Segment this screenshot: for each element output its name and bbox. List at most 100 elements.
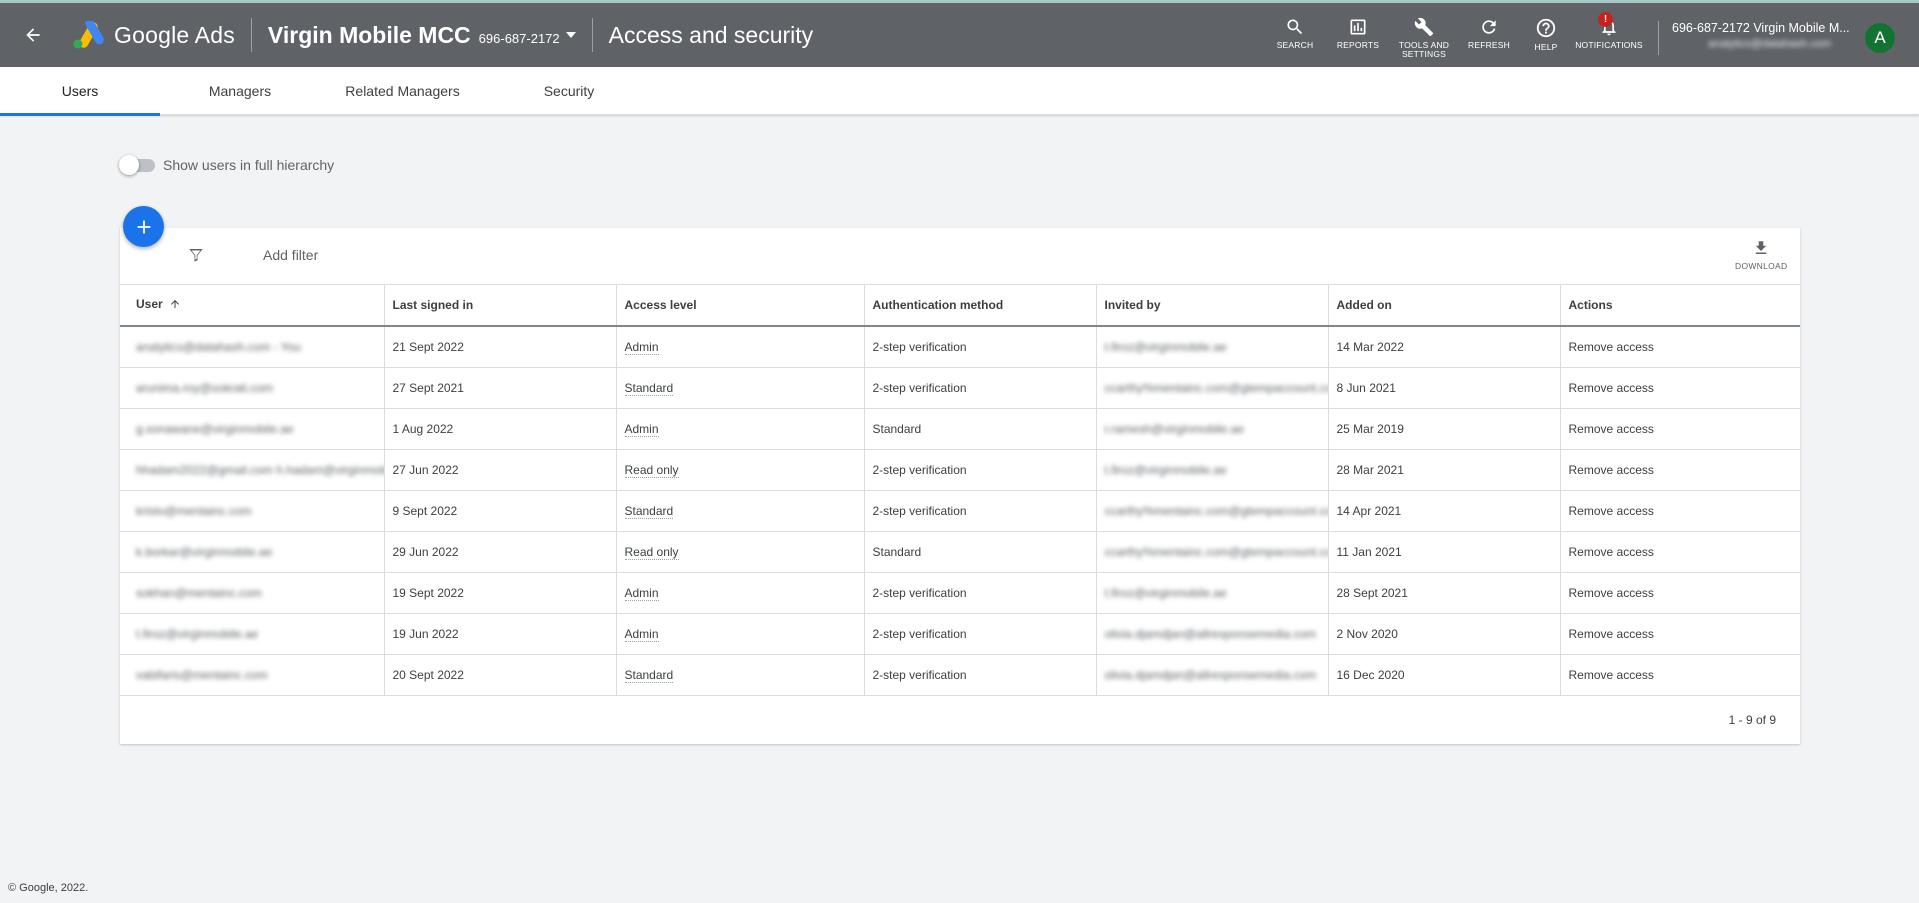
last-signed-in-cell: 1 Aug 2022 xyxy=(392,421,454,436)
header-tools: Search Reports Tools and settings Refres… xyxy=(1270,3,1644,67)
hierarchy-toggle-row: Show users in full hierarchy xyxy=(119,155,334,175)
table-cell: 2 Nov 2020 xyxy=(1328,613,1561,655)
table-cell: 1 Aug 2022 xyxy=(384,408,617,450)
table-body: analytics@datahash.com - You 21 Sept 2022… xyxy=(120,326,1800,696)
authentication-method-cell: 2-step verification xyxy=(872,667,967,682)
footer-copyright: © Google, 2022. xyxy=(8,882,89,894)
add-filter-button[interactable]: Add filter xyxy=(263,247,318,263)
add-user-button[interactable] xyxy=(123,206,164,247)
table-cell: ccarthy%mentainc.com@gtempaccount.com xyxy=(1096,531,1329,573)
table-cell: 27 Sept 2021 xyxy=(384,367,617,409)
invited-by-cell: olivia.djamdjan@allresponsemedia.com xyxy=(1104,626,1317,641)
table-cell: sokhan@mentainc.com xyxy=(120,572,385,614)
table-cell: Remove access xyxy=(1560,490,1800,532)
remove-access-link[interactable]: Remove access xyxy=(1569,627,1654,641)
table-cell: Remove access xyxy=(1560,449,1800,491)
notifications-button[interactable]: ! Notifications xyxy=(1574,12,1644,50)
refresh-button[interactable]: Refresh xyxy=(1464,17,1514,50)
tab-managers[interactable]: Managers xyxy=(160,67,320,115)
remove-access-link[interactable]: Remove access xyxy=(1569,381,1654,395)
table-cell: 2-step verification xyxy=(864,572,1097,614)
last-signed-in-cell: 27 Sept 2021 xyxy=(392,380,464,395)
table-cell: 2-step verification xyxy=(864,449,1097,491)
remove-access-link[interactable]: Remove access xyxy=(1569,668,1654,682)
account-switcher[interactable]: Virgin Mobile MCC 696-687-2172 xyxy=(268,22,576,49)
table-row: hhadam2022@gmail.com h.hadam@virginmobil… xyxy=(120,449,1800,491)
back-arrow-icon xyxy=(26,28,40,42)
remove-access-link[interactable]: Remove access xyxy=(1569,545,1654,559)
table-row: arunima.roy@sokrati.com 27 Sept 2021 Stand… xyxy=(120,367,1800,409)
tab-bar: Users Managers Related Managers Security xyxy=(0,67,1919,116)
table-cell: analytics@datahash.com - You xyxy=(120,326,385,368)
table-cell: 2-step verification xyxy=(864,367,1097,409)
remove-access-link[interactable]: Remove access xyxy=(1569,504,1654,518)
remove-access-link[interactable]: Remove access xyxy=(1569,422,1654,436)
invited-by-cell: ccarthy%mentainc.com@gtempaccount.com xyxy=(1104,544,1328,559)
table-cell: Remove access xyxy=(1560,326,1800,368)
account-info[interactable]: 696-687-2172 Virgin Mobile M... analytic… xyxy=(1672,21,1872,50)
table-cell: 27 Jun 2022 xyxy=(384,449,617,491)
access-level-cell[interactable]: Read only xyxy=(624,544,679,560)
remove-access-link[interactable]: Remove access xyxy=(1569,463,1654,477)
tab-users[interactable]: Users xyxy=(0,67,160,116)
user-cell: g.sonawane@virginmobile.ae xyxy=(136,421,294,436)
reports-button[interactable]: Reports xyxy=(1330,17,1386,50)
column-header-authentication-method[interactable]: Authentication method xyxy=(864,285,1097,327)
column-header-user[interactable]: User xyxy=(120,285,385,327)
remove-access-link[interactable]: Remove access xyxy=(1569,340,1654,354)
back-button[interactable] xyxy=(20,22,46,48)
search-button[interactable]: Search xyxy=(1270,17,1320,50)
access-level-cell[interactable]: Standard xyxy=(624,667,674,683)
help-icon xyxy=(1536,18,1556,38)
access-level-cell[interactable]: Standard xyxy=(624,380,674,396)
table-cell: Standard xyxy=(864,531,1097,573)
remove-access-link[interactable]: Remove access xyxy=(1569,586,1654,600)
help-button[interactable]: Help xyxy=(1524,17,1568,52)
tools-settings-button[interactable]: Tools and settings xyxy=(1394,17,1454,59)
access-level-cell[interactable]: Admin xyxy=(624,339,659,355)
refresh-label: Refresh xyxy=(1467,40,1511,50)
table-cell: arunima.roy@sokrati.com xyxy=(120,367,385,409)
authentication-method-cell: Standard xyxy=(872,421,922,436)
access-level-cell[interactable]: Read only xyxy=(624,462,679,478)
google-ads-logo-icon xyxy=(73,21,104,49)
authentication-method-cell: 2-step verification xyxy=(872,585,967,600)
access-level-cell[interactable]: Standard xyxy=(624,503,674,519)
table-header-row: User Last signed in Access level Authent… xyxy=(120,285,1800,327)
added-on-cell: 28 Mar 2021 xyxy=(1336,462,1404,477)
table-cell: 2-step verification xyxy=(864,654,1097,696)
account-name: Virgin Mobile MCC xyxy=(267,21,471,48)
filter-button[interactable] xyxy=(187,246,205,269)
tab-security[interactable]: Security xyxy=(485,67,653,115)
table-cell: Remove access xyxy=(1560,613,1800,655)
google-ads-logo[interactable]: Google Ads xyxy=(72,21,235,49)
tab-related-managers[interactable]: Related Managers xyxy=(320,67,485,115)
table-row: sokhan@mentainc.com 19 Sept 2022 Admin 2-st… xyxy=(120,572,1800,614)
column-header-last-signed-in[interactable]: Last signed in xyxy=(384,285,617,327)
tools-settings-label: Tools and settings xyxy=(1398,40,1450,59)
column-header-access-level[interactable]: Access level xyxy=(616,285,865,327)
table-row: k.borkar@virginmobile.ae 29 Jun 2022 Read … xyxy=(120,531,1800,573)
search-icon xyxy=(1287,19,1303,35)
product-name: Google Ads xyxy=(114,21,235,48)
table-cell: 2-step verification xyxy=(864,613,1097,655)
invited-by-cell: ccarthy%mentainc.com@gtempaccount.com xyxy=(1104,380,1328,395)
table-cell: 2-step verification xyxy=(864,326,1097,368)
table-cell: r.ramesh@virginmobile.ae xyxy=(1096,408,1329,450)
column-header-invited-by[interactable]: Invited by xyxy=(1096,285,1329,327)
invited-by-cell: t.firoz@virginmobile.ae xyxy=(1104,585,1227,600)
access-level-cell[interactable]: Admin xyxy=(624,626,659,642)
column-header-added-on[interactable]: Added on xyxy=(1328,285,1561,327)
access-level-cell[interactable]: Admin xyxy=(624,421,659,437)
authentication-method-cell: 2-step verification xyxy=(872,503,967,518)
user-cell: vabifaris@mentainc.com xyxy=(136,667,268,682)
last-signed-in-cell: 27 Jun 2022 xyxy=(392,462,459,477)
download-button[interactable]: DOWNLOAD xyxy=(1735,239,1787,271)
hierarchy-toggle[interactable] xyxy=(119,155,155,175)
table-cell: 14 Mar 2022 xyxy=(1328,326,1561,368)
top-app-bar: Google Ads Virgin Mobile MCC 696-687-217… xyxy=(0,0,1919,67)
table-cell: t.firoz@virginmobile.ae xyxy=(1096,572,1329,614)
avatar[interactable]: A xyxy=(1865,23,1895,53)
table-cell: 28 Sept 2021 xyxy=(1328,572,1561,614)
access-level-cell[interactable]: Admin xyxy=(624,585,659,601)
